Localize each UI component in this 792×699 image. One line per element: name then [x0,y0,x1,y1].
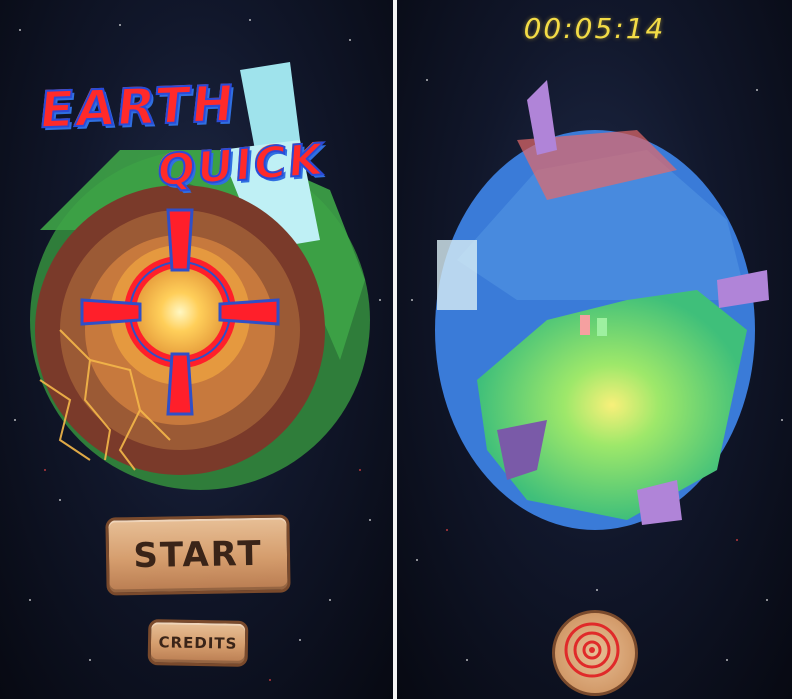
target-icon [564,622,620,678]
credits-button[interactable]: CREDITS [147,619,249,667]
game-title-line1: EARTH [36,74,240,141]
screenshot-composite: EARTH QUICK START CREDITS 00:05:14 [0,0,792,699]
planet-globe [435,80,769,530]
target-button[interactable] [552,610,638,696]
game-timer: 00:05:14 [523,12,666,45]
gameplay-screen [397,0,792,699]
start-button[interactable]: START [105,514,291,596]
menu-screen: EARTH QUICK START CREDITS [0,0,393,699]
